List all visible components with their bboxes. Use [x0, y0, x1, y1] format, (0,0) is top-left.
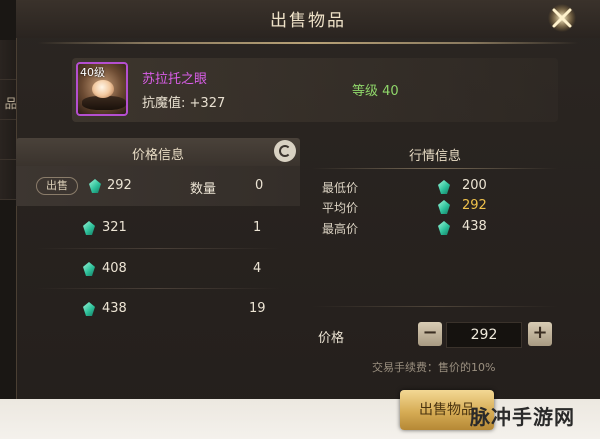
row-price: 292: [107, 178, 132, 193]
item-orb-icon: [92, 80, 114, 98]
gem-icon: [83, 302, 95, 316]
sell-price-input[interactable]: 292: [446, 322, 522, 348]
dialog-title: 出售物品: [270, 11, 346, 31]
qty-label: 数量: [190, 182, 217, 197]
row-price: 438: [102, 301, 127, 316]
increase-price-button[interactable]: +: [528, 322, 552, 346]
row-price: 408: [102, 261, 127, 276]
row-price: 321: [102, 220, 127, 235]
min-price-label: 最低价: [322, 181, 359, 195]
title-divider: [38, 42, 578, 44]
price-row[interactable]: 438 19: [16, 289, 300, 329]
max-price-label: 最高价: [322, 222, 359, 236]
price-row[interactable]: 321 1: [16, 208, 300, 248]
avg-price-label: 平均价: [322, 201, 359, 215]
market-info-header: 行情信息: [312, 140, 558, 168]
gem-icon: [83, 221, 95, 235]
item-icon[interactable]: 40级: [76, 62, 128, 116]
min-price-value: 200: [462, 178, 487, 193]
close-button[interactable]: [546, 2, 578, 34]
form-divider: [312, 306, 558, 307]
item-stat-value: +327: [189, 96, 226, 111]
market-divider: [312, 168, 558, 169]
plus-icon: +: [532, 322, 548, 343]
row-qty: 0: [255, 178, 264, 193]
avg-price-value: 292: [462, 198, 487, 213]
max-price-value: 438: [462, 219, 487, 234]
row-qty: 19: [249, 301, 266, 316]
sell-price-label: 价格: [318, 331, 345, 346]
price-row[interactable]: 408 4: [16, 249, 300, 289]
row-qty: 1: [253, 220, 262, 235]
item-name: 苏拉托之眼: [142, 72, 208, 87]
item-stat: 抗魔值: +327: [142, 92, 225, 111]
market-info-title: 行情信息: [408, 149, 461, 164]
gem-icon: [83, 262, 95, 276]
fee-note: 交易手续费：售价的10%: [372, 361, 496, 374]
price-info-header: 价格信息: [16, 138, 300, 166]
minus-icon: −: [422, 322, 438, 343]
item-stat-label: 抗魔值:: [142, 96, 186, 111]
item-pedestal-icon: [82, 96, 126, 110]
item-level-badge: 40级: [80, 66, 105, 79]
decrease-price-button[interactable]: −: [418, 322, 442, 346]
price-row[interactable]: 出售 292 数量 0: [16, 166, 300, 206]
close-icon: [548, 4, 576, 32]
price-info-title: 价格信息: [131, 148, 184, 163]
gem-icon: [89, 179, 101, 193]
row-qty: 4: [253, 261, 262, 276]
title-bar: 出售物品: [16, 0, 600, 38]
watermark: 脉冲手游网: [470, 405, 575, 429]
sell-tag[interactable]: 出售: [36, 177, 78, 195]
refresh-button[interactable]: [274, 140, 296, 162]
item-level: 等级 40: [352, 84, 399, 99]
